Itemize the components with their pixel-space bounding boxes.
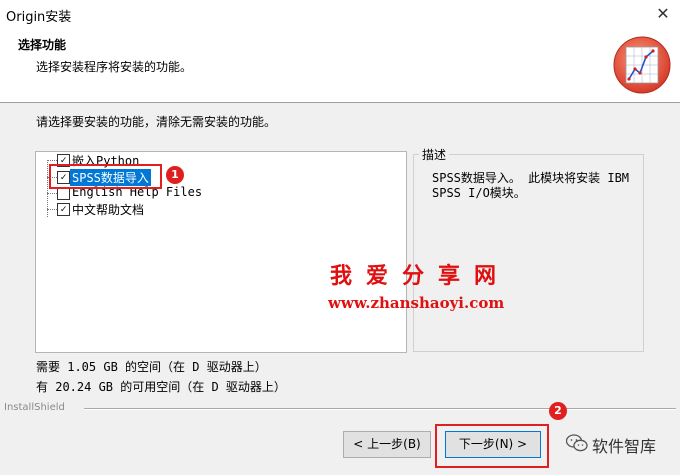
feature-label-chinese-help[interactable]: 中文帮助文档 bbox=[72, 201, 144, 218]
dialog-header: 选择功能 选择安装程序将安装的功能。 bbox=[0, 28, 680, 103]
close-icon[interactable]: ✕ bbox=[650, 2, 676, 26]
wechat-icon bbox=[566, 434, 588, 452]
back-button[interactable]: < 上一步(B) bbox=[343, 431, 431, 458]
tree-connector bbox=[47, 160, 57, 161]
instruction-text: 请选择要安装的功能，清除无需安装的功能。 bbox=[36, 115, 277, 129]
origin-chart-logo-icon bbox=[613, 36, 671, 94]
watermark-url: www.zhanshaoyi.com bbox=[328, 294, 505, 312]
separator bbox=[84, 408, 676, 410]
space-required: 需要 1.05 GB 的空间（在 D 驱动器上） bbox=[36, 360, 267, 374]
description-title: 描述 bbox=[419, 146, 450, 163]
window-title: Origin安装 bbox=[6, 10, 72, 25]
space-available: 有 20.24 GB 的可用空间（在 D 驱动器上） bbox=[36, 380, 286, 394]
title-bar: Origin安装 ✕ bbox=[0, 0, 680, 28]
installshield-label: InstallShield bbox=[4, 402, 65, 413]
highlight-box-next bbox=[435, 424, 549, 468]
tree-connector bbox=[47, 209, 57, 210]
description-text: SPSS数据导入。 此模块将安装 IBM SPSS I/O模块。 bbox=[432, 171, 630, 200]
page-subtitle: 选择安装程序将安装的功能。 bbox=[36, 60, 193, 74]
feature-checkbox-chinese-help[interactable]: ✓ bbox=[57, 203, 70, 216]
tree-connector bbox=[47, 193, 57, 194]
step-badge-2: 2 bbox=[549, 402, 567, 420]
wechat-label: 软件智库 bbox=[592, 437, 657, 456]
watermark-text: 我爱分享网 bbox=[330, 263, 511, 289]
highlight-box-spss bbox=[49, 164, 162, 189]
step-badge-1: 1 bbox=[166, 166, 184, 184]
page-title: 选择功能 bbox=[18, 38, 67, 52]
